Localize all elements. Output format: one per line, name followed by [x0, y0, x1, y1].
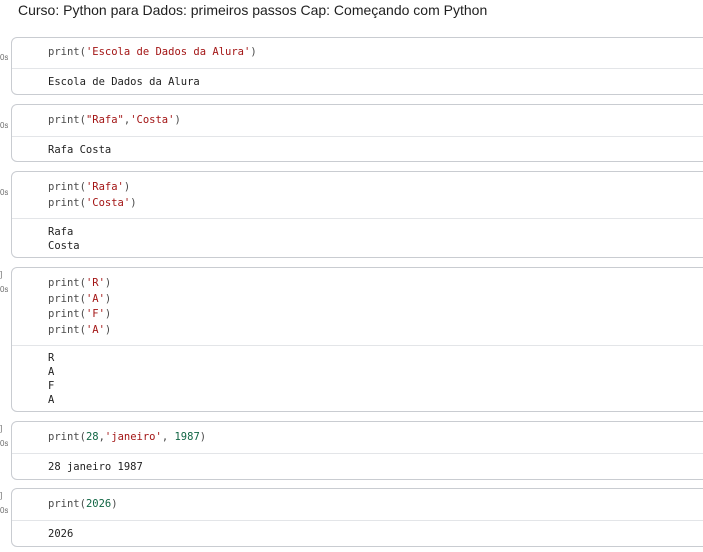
cell-output: RAFA: [12, 346, 703, 407]
code-token: ): [130, 196, 137, 209]
output-line: Rafa Costa: [48, 144, 112, 156]
code-token: 'Costa': [130, 114, 175, 126]
code-token: 'F': [85, 308, 105, 320]
code-editor[interactable]: print('R') print('A') print('F') print('A'): [12, 268, 703, 346]
code-line: print("Rafa",'Costa'): [48, 113, 703, 129]
code-token: print(: [48, 498, 86, 510]
output-line: 2026: [48, 528, 74, 540]
code-token: print(: [48, 46, 86, 58]
code-token: ): [104, 277, 112, 289]
output-line: Costa: [48, 240, 80, 252]
execution-time-label: 0s: [0, 506, 8, 515]
output-line: F: [48, 380, 55, 392]
code-line: print('Rafa'): [48, 180, 703, 196]
code-line: print(2026): [48, 497, 703, 513]
execution-time-label: 0s: [0, 53, 8, 62]
code-token: ): [250, 46, 257, 58]
code-token: print(: [48, 308, 86, 320]
notebook-cell[interactable]: print('Escola de Dados da Alura') Escola …: [11, 37, 703, 95]
code-token: ,: [161, 431, 175, 443]
code-line: print('A'): [48, 292, 703, 308]
page-title: Curso: Python para Dados: primeiros pass…: [18, 2, 488, 18]
code-line: print('R'): [48, 276, 703, 292]
code-token: print(: [48, 196, 86, 209]
execution-time-label: ]: [0, 424, 3, 433]
code-token: print(: [48, 292, 86, 305]
code-token: 'A': [85, 292, 105, 305]
execution-time-label: ]: [0, 270, 3, 279]
code-editor[interactable]: print("Rafa",'Costa'): [12, 105, 703, 137]
code-editor[interactable]: print(28,'janeiro', 1987): [12, 422, 703, 454]
code-line: print('F'): [48, 307, 703, 323]
code-token: print(: [48, 277, 86, 289]
code-token: ): [104, 292, 112, 305]
code-token: print(: [48, 323, 86, 336]
code-token: print(: [48, 181, 86, 193]
code-token: 'R': [85, 277, 105, 289]
execution-time-label: 0s: [0, 121, 8, 130]
cell-output: Escola de Dados da Alura: [12, 69, 703, 89]
notebook-cell[interactable]: print(28,'janeiro', 1987) 28 janeiro 1987: [11, 421, 703, 480]
output-line: A: [48, 366, 55, 378]
output-line: R: [48, 352, 55, 364]
code-line: print(28,'janeiro', 1987): [48, 430, 703, 446]
notebook-cell[interactable]: print(2026) 2026: [11, 488, 703, 547]
code-token: 2026: [85, 498, 112, 510]
code-token: ): [123, 181, 131, 193]
code-editor[interactable]: print('Rafa') print('Costa'): [12, 172, 703, 219]
cell-output: 2026: [12, 521, 703, 541]
output-line: A: [48, 394, 55, 406]
notebook-page: Curso: Python para Dados: primeiros pass…: [0, 0, 703, 552]
notebook-cell[interactable]: print("Rafa",'Costa') Rafa Costa: [11, 104, 703, 162]
code-token: print(: [48, 114, 86, 126]
output-line: Escola de Dados da Alura: [48, 76, 200, 88]
code-editor[interactable]: print('Escola de Dados da Alura'): [12, 38, 703, 69]
code-token: 1987: [174, 431, 200, 443]
code-token: 'Costa': [85, 196, 131, 209]
execution-time-label: 0s: [0, 439, 8, 448]
notebook-cell[interactable]: print('Rafa') print('Costa') Rafa Costa: [11, 171, 703, 258]
cell-output: Rafa Costa: [12, 219, 703, 253]
code-token: "Rafa": [85, 114, 124, 126]
execution-time-label: ]: [0, 491, 3, 500]
output-line: 28 janeiro 1987: [48, 461, 143, 473]
execution-time-label: 0s: [0, 285, 8, 294]
code-token: ): [174, 114, 181, 126]
code-token: ): [111, 498, 118, 510]
code-token: ): [199, 431, 207, 443]
code-token: 'Rafa': [85, 181, 124, 193]
code-token: 28: [85, 431, 99, 443]
output-line: Rafa: [48, 226, 74, 238]
code-line: print('Escola de Dados da Alura'): [48, 45, 703, 61]
cell-output: 28 janeiro 1987: [12, 454, 703, 474]
code-token: 'Escola de Dados da Alura': [85, 46, 251, 58]
execution-time-label: 0s: [0, 188, 8, 197]
cell-output: Rafa Costa: [12, 137, 703, 157]
code-token: ): [104, 308, 112, 320]
code-token: ): [104, 323, 112, 336]
code-line: print('Costa'): [48, 196, 703, 212]
code-token: 'A': [85, 323, 105, 336]
code-line: print('A'): [48, 323, 703, 339]
notebook-cell[interactable]: print('R') print('A') print('F') print('A')…: [11, 267, 703, 412]
code-editor[interactable]: print(2026): [12, 489, 703, 521]
code-token: 'janeiro': [104, 431, 162, 443]
code-token: print(: [48, 431, 86, 443]
